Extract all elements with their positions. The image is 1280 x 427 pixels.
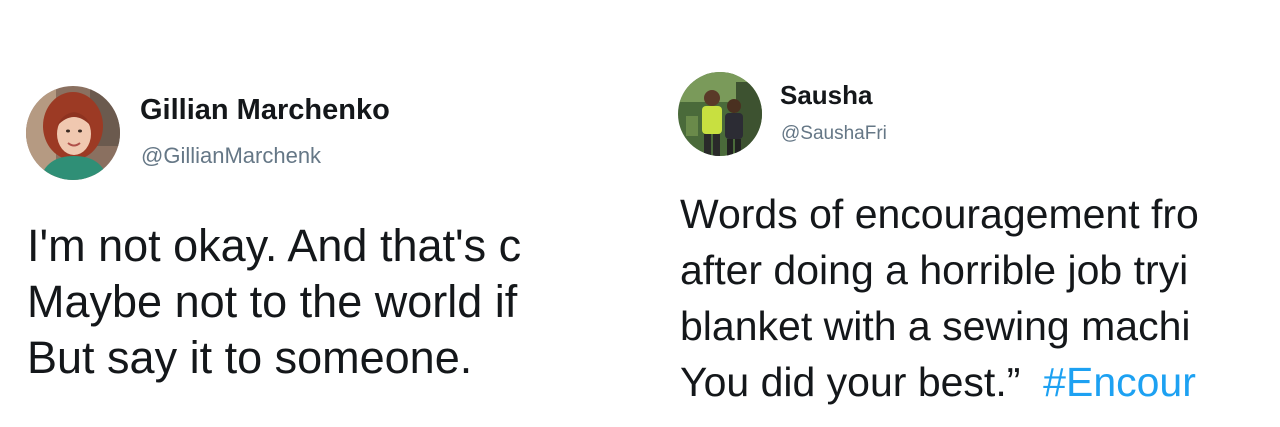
tweet-text-line: But say it to someone. (27, 332, 473, 383)
tweet-card-gillian: Gillian Marchenko @GillianMarchenk I'm n… (0, 0, 638, 427)
user-handle[interactable]: @SaushaFri (781, 123, 887, 145)
avatar[interactable] (678, 72, 762, 156)
tweet-text-line: Words of encouragement fro (680, 191, 1199, 237)
tweet-text: Words of encouragement fro after doing a… (680, 186, 1199, 410)
tweet-text-line: after doing a horrible job tryi (680, 247, 1189, 293)
tweet-text-line: blanket with a sewing machi (680, 303, 1191, 349)
display-name[interactable]: Gillian Marchenko (140, 94, 390, 127)
tweet-card-sausha: Sausha @SaushaFri Words of encouragement… (656, 0, 1280, 427)
tweet-text-line-last: You did your best.” #Encour (680, 354, 1199, 410)
user-handle[interactable]: @GillianMarchenk (141, 143, 321, 169)
tweet-text-line: Maybe not to the world if (27, 276, 518, 327)
display-name[interactable]: Sausha (780, 80, 873, 111)
profile-photo (26, 86, 120, 180)
avatar[interactable] (26, 86, 120, 180)
hashtag-link[interactable]: #Encour (1043, 359, 1196, 405)
tweet-text-segment: You did your best.” (680, 359, 1021, 405)
tweet-text: I'm not okay. And that's c Maybe not to … (27, 218, 521, 386)
profile-photo (678, 72, 762, 156)
tweet-text-line: I'm not okay. And that's c (27, 220, 522, 271)
